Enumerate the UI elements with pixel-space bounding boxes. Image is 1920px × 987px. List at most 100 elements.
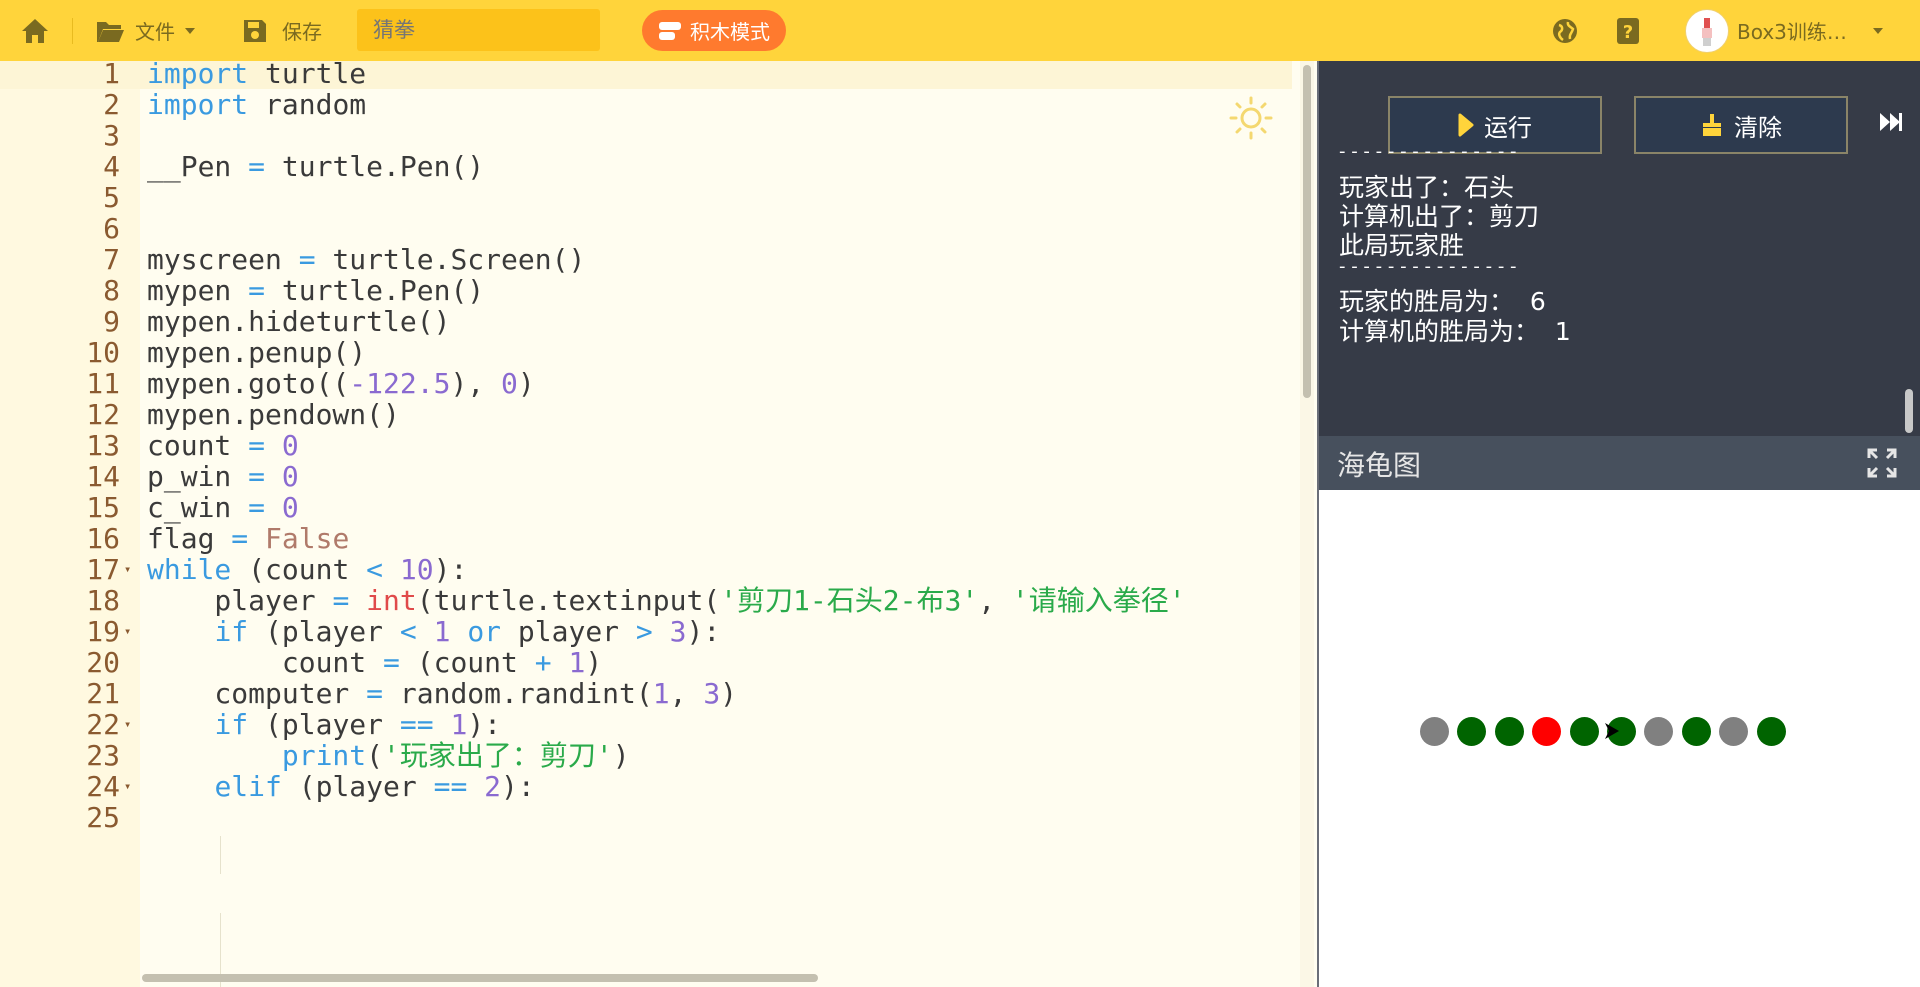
code-text: print('玩家出了：剪刀'): [281, 739, 630, 772]
code-line[interactable]: 2 import random: [0, 89, 1292, 120]
folder-open-icon: [97, 21, 124, 42]
code-line[interactable]: 13 count = 0: [0, 430, 1292, 461]
turtle-dot: [1681, 717, 1711, 746]
user-avatar[interactable]: [1685, 9, 1729, 53]
console-line: - - - - - - - - - - - - - - -: [1339, 256, 1517, 277]
code-line[interactable]: 16 flag = False: [0, 523, 1292, 554]
fullscreen-button[interactable]: [1867, 448, 1897, 485]
turtle-canvas[interactable]: [1319, 490, 1920, 987]
code-line[interactable]: 12 mypen.pendown(): [0, 399, 1292, 430]
horizontal-scrollbar[interactable]: [142, 974, 818, 982]
caret-down-icon: [1872, 27, 1883, 34]
code-line[interactable]: 17 ▾ while (count < 10):: [0, 554, 1292, 585]
language-button[interactable]: [1551, 0, 1579, 61]
code-text: while (count < 10):: [147, 553, 468, 586]
line-number: 13: [86, 429, 120, 462]
code-line[interactable]: 20 count = (count + 1): [0, 647, 1292, 678]
console-line: 计算机的胜局为： 1: [1339, 317, 1571, 346]
code-line[interactable]: 10 mypen.penup(): [0, 337, 1292, 368]
code-line[interactable]: 18 player = int(turtle.textinput('剪刀1-石头…: [0, 585, 1292, 616]
scrollbar-thumb[interactable]: [1303, 65, 1311, 398]
home-icon: [22, 18, 48, 43]
code-line[interactable]: 8 mypen = turtle.Pen(): [0, 275, 1292, 306]
code-line[interactable]: 5: [0, 182, 1292, 213]
output-console: 运行 清除 - - - - - - - - - - - - - - - 玩家出了：…: [1319, 61, 1920, 436]
code-line[interactable]: 21 computer = random.randint(1, 3): [0, 678, 1292, 709]
fold-arrow-icon[interactable]: ▾: [124, 616, 131, 647]
code-line[interactable]: 25: [0, 802, 1292, 833]
turtle-dot: [1719, 717, 1749, 746]
console-scrollbar-thumb[interactable]: [1905, 389, 1913, 433]
fold-arrow-icon[interactable]: ▾: [124, 771, 131, 802]
line-number: 21: [86, 677, 120, 710]
line-number: 5: [103, 181, 120, 214]
code-line[interactable]: 3: [0, 120, 1292, 151]
code-text: p_win = 0: [147, 460, 299, 493]
file-menu-button[interactable]: 文件: [95, 0, 195, 61]
line-number: 2: [103, 88, 120, 121]
line-number: 15: [86, 491, 120, 524]
code-line[interactable]: 6: [0, 213, 1292, 244]
code-text: computer = random.randint(1, 3): [147, 677, 738, 710]
code-line[interactable]: 11 mypen.goto((-122.5), 0): [0, 368, 1292, 399]
code-text: import random: [147, 88, 367, 121]
code-text: elif (player == 2):: [214, 770, 535, 803]
line-number: 20: [86, 646, 120, 679]
code-line[interactable]: 1 import turtle: [0, 61, 1292, 89]
turtle-dot: [1756, 717, 1786, 746]
line-number: 14: [86, 460, 120, 493]
code-line[interactable]: 7 myscreen = turtle.Screen(): [0, 244, 1292, 275]
save-label: 保存: [282, 20, 322, 44]
code-line[interactable]: 23 print('玩家出了：剪刀'): [0, 740, 1292, 771]
code-line[interactable]: 9 mypen.hideturtle(): [0, 306, 1292, 337]
clear-button[interactable]: 清除: [1634, 96, 1848, 154]
help-button[interactable]: ?: [1616, 0, 1640, 61]
fold-arrow-icon[interactable]: ▾: [124, 554, 131, 585]
code-line[interactable]: 19 ▾ if (player < 1 or player > 3):: [0, 616, 1292, 647]
caret-down-icon: [185, 27, 195, 34]
theme-toggle-button[interactable]: [1228, 95, 1274, 145]
avatar-image-icon: [1702, 18, 1712, 46]
svg-text:?: ?: [1623, 22, 1633, 43]
code-line[interactable]: 14 p_win = 0: [0, 461, 1292, 492]
indent-guide: [220, 913, 221, 951]
save-button[interactable]: 保存: [242, 0, 322, 61]
turtle-dot: [1457, 717, 1487, 746]
code-text: __Pen = turtle.Pen(): [147, 150, 485, 183]
play-icon: [1458, 113, 1474, 137]
code-text: import turtle: [147, 61, 367, 90]
line-number: 8: [103, 274, 120, 307]
block-mode-label: 积木模式: [690, 20, 770, 44]
code-line[interactable]: 22 ▾ if (player == 1):: [0, 709, 1292, 740]
top-toolbar: 文件 保存 积木模式 ? Box3训练…: [0, 0, 1920, 61]
run-label: 运行: [1484, 113, 1532, 142]
editor-vertical-scrollbar[interactable]: [1300, 61, 1314, 987]
floppy-disk-icon: [244, 19, 266, 42]
toolbar-divider: [72, 18, 73, 44]
expand-icon: [1867, 448, 1897, 478]
sun-icon: [1229, 96, 1273, 140]
code-text: myscreen = turtle.Screen(): [147, 243, 586, 276]
line-number: 25: [86, 801, 120, 834]
project-title-input[interactable]: [357, 9, 600, 51]
user-menu[interactable]: Box3训练…: [1737, 0, 1883, 61]
fast-forward-button[interactable]: [1879, 111, 1903, 137]
line-number: 12: [86, 398, 120, 431]
line-number: 11: [86, 367, 120, 400]
line-number: 3: [103, 119, 120, 152]
block-mode-button[interactable]: 积木模式: [642, 10, 786, 51]
turtle-panel-title: 海龟图: [1337, 449, 1422, 482]
code-text: count = 0: [147, 429, 299, 462]
help-book-icon: ?: [1617, 17, 1639, 44]
line-number: 19: [86, 615, 120, 648]
code-editor[interactable]: 1 import turtle 2 import random 3 4 __Pen = tu…: [0, 61, 1300, 987]
home-button[interactable]: [20, 0, 50, 61]
blocks-icon: [659, 21, 681, 40]
indent-guide: [220, 836, 221, 874]
code-line[interactable]: 15 c_win = 0: [0, 492, 1292, 523]
code-line[interactable]: 24 ▾ elif (player == 2):: [0, 771, 1292, 802]
code-text: if (player == 1):: [214, 708, 502, 741]
code-line[interactable]: 4 __Pen = turtle.Pen(): [0, 151, 1292, 182]
fold-arrow-icon[interactable]: ▾: [124, 709, 131, 740]
turtle-dot: [1532, 717, 1562, 746]
